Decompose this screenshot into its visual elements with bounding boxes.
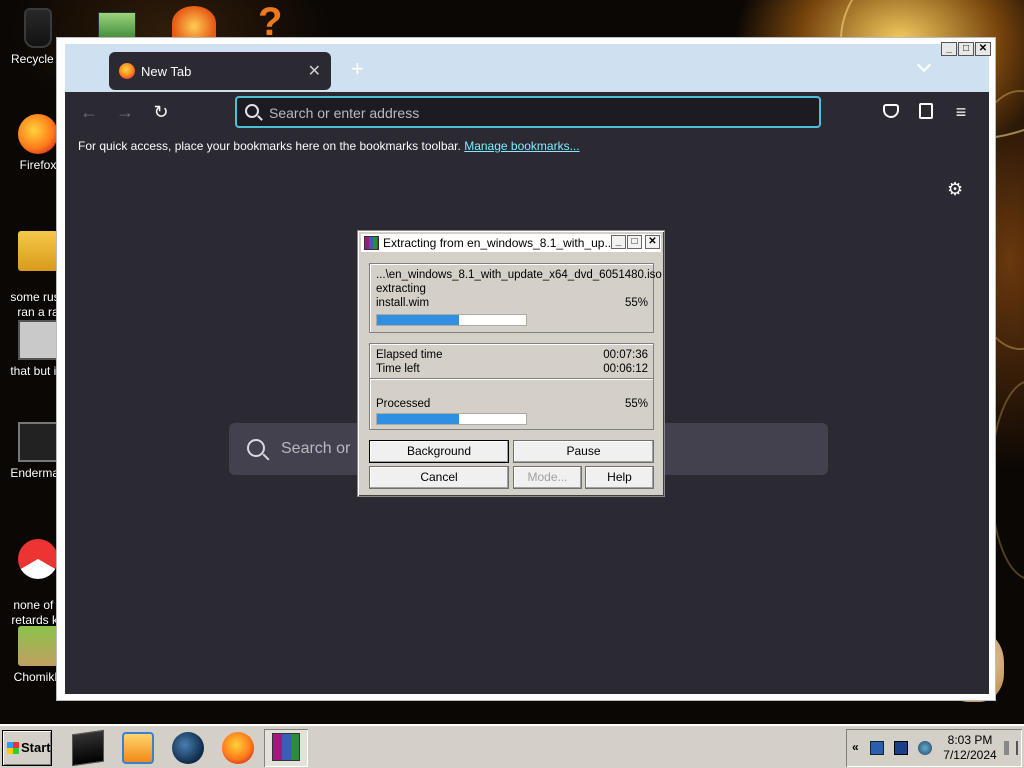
winrar-icon	[364, 236, 379, 250]
action-label: extracting	[376, 283, 426, 295]
back-arrow-icon[interactable]: ←	[77, 100, 101, 124]
tab-strip: New Tab ✕ +	[65, 44, 989, 92]
bookmarks-toolbar: For quick access, place your bookmarks h…	[65, 132, 989, 160]
clock-date: 7/12/2024	[943, 748, 997, 762]
firefox-icon	[119, 63, 135, 79]
list-tabs-chevron-icon[interactable]	[919, 60, 931, 72]
cancel-button[interactable]: Cancel	[369, 466, 509, 489]
navigation-toolbar: ← → ↻ Search or enter address ≡	[65, 92, 989, 132]
winrar-taskbar-button[interactable]	[264, 729, 308, 767]
processed-percent: 55%	[624, 398, 648, 410]
file-percent: 55%	[624, 297, 648, 309]
file-progress-bar	[376, 314, 527, 326]
chrome-icon	[18, 539, 58, 579]
time-left-row: Time left 00:06:12	[376, 362, 648, 376]
orange-circle-icon[interactable]	[172, 6, 216, 40]
pause-button[interactable]: Pause	[513, 440, 654, 463]
system-tray: « 8:03 PM 7/12/2024	[846, 729, 1022, 767]
time-panel: Elapsed time 00:07:36 Time left 00:06:12	[369, 343, 654, 379]
chomik-icon	[18, 626, 58, 666]
question-icon[interactable]: ?	[258, 2, 298, 42]
volume-tray-icon[interactable]	[918, 741, 932, 755]
folder-icon	[18, 231, 58, 271]
tab-title: New Tab	[141, 64, 192, 79]
network-tray-icon[interactable]	[870, 741, 884, 755]
processed-panel: Processed 55%	[369, 378, 654, 430]
manage-bookmarks-link[interactable]: Manage bookmarks...	[464, 139, 579, 153]
folder-icon[interactable]	[98, 12, 136, 40]
start-button[interactable]: Start	[2, 730, 52, 766]
mode-button[interactable]: Mode...	[513, 466, 582, 489]
new-tab-button[interactable]: +	[351, 58, 364, 80]
start-label: Start	[21, 740, 51, 755]
elapsed-row: Elapsed time 00:07:36	[376, 348, 648, 362]
windows-flag-icon	[7, 742, 19, 754]
url-placeholder: Search or enter address	[269, 105, 420, 121]
firefox-icon	[18, 114, 58, 154]
processed-progress-fill	[377, 414, 459, 424]
tray-expand-icon[interactable]: «	[852, 740, 859, 754]
clock-time: 8:03 PM	[947, 733, 993, 747]
current-file: install.wim	[376, 297, 430, 309]
terminal-quicklaunch-icon[interactable]	[72, 729, 104, 767]
minimize-button[interactable]: _	[611, 235, 626, 249]
forward-arrow-icon[interactable]: →	[113, 100, 137, 124]
bookmarks-hint: For quick access, place your bookmarks h…	[78, 139, 461, 153]
reload-icon[interactable]: ↻	[149, 100, 173, 124]
settings-gear-icon[interactable]: ⚙	[947, 180, 965, 198]
menu-hamburger-icon[interactable]: ≡	[949, 100, 973, 124]
globe-icon[interactable]	[172, 732, 204, 764]
file-progress-panel: ...\en_windows_8.1_with_update_x64_dvd_6…	[369, 263, 662, 333]
close-button[interactable]: ✕	[645, 235, 660, 249]
processed-label: Processed	[376, 398, 431, 410]
close-tab-icon[interactable]: ✕	[308, 61, 321, 81]
media-player-icon[interactable]	[122, 732, 154, 764]
current-file-row: install.wim 55%	[376, 296, 648, 310]
minimize-button[interactable]: _	[941, 42, 957, 56]
file-progress-fill	[377, 315, 459, 325]
extensions-icon[interactable]	[919, 103, 933, 119]
dialog-title: Extracting from en_windows_8.1_with_up..…	[383, 236, 615, 250]
elapsed-label: Elapsed time	[376, 349, 443, 361]
processed-row: Processed 55%	[376, 397, 648, 411]
dialog-titlebar[interactable]: Extracting from en_windows_8.1_with_up..…	[361, 234, 661, 252]
terminal-icon	[18, 422, 58, 462]
sound-speaker-icon[interactable]	[1004, 741, 1018, 755]
recycle-bin-icon	[24, 8, 52, 48]
processed-progress-bar	[376, 413, 527, 425]
archive-path-text: ...\en_windows_8.1_with_update_x64_dvd_6…	[376, 269, 662, 281]
extraction-dialog: Extracting from en_windows_8.1_with_up..…	[357, 230, 665, 497]
wallpaper-swirl	[990, 380, 1024, 580]
maximize-button[interactable]: □	[958, 42, 974, 56]
pocket-icon[interactable]	[883, 104, 899, 118]
window-controls: _ □ ✕	[941, 42, 991, 56]
tab-new-tab[interactable]: New Tab ✕	[109, 52, 331, 90]
search-icon	[247, 439, 265, 457]
search-icon	[245, 104, 259, 118]
taskbar: Start « 8:03 PM 7/12/2024	[0, 724, 1024, 768]
firefox-taskbar-icon[interactable]	[222, 732, 254, 764]
help-button[interactable]: Help	[585, 466, 654, 489]
maximize-button[interactable]: □	[627, 235, 642, 249]
clock[interactable]: 8:03 PM 7/12/2024	[938, 733, 1002, 763]
background-button[interactable]: Background	[369, 440, 509, 463]
url-bar[interactable]: Search or enter address	[235, 96, 821, 128]
stack-icon	[18, 320, 58, 360]
archive-path: ...\en_windows_8.1_with_update_x64_dvd_6…	[376, 268, 662, 282]
time-left-label: Time left	[376, 363, 420, 375]
winrar-icon	[272, 733, 300, 761]
search-placeholder: Search or enter address	[281, 440, 351, 457]
time-left-value: 00:06:12	[603, 363, 648, 375]
display-tray-icon[interactable]	[894, 741, 908, 755]
close-button[interactable]: ✕	[975, 42, 991, 56]
elapsed-value: 00:07:36	[603, 349, 648, 361]
